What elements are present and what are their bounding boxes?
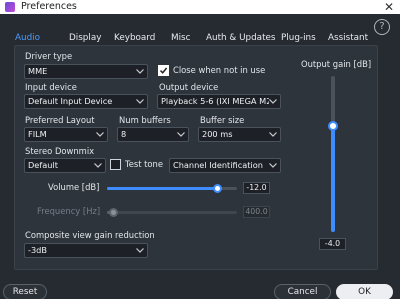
- chevron-down-icon: [136, 95, 144, 108]
- chevron-down-icon: [136, 65, 144, 78]
- buffer-size-value: 200 ms: [202, 129, 233, 139]
- chevron-down-icon: [94, 159, 102, 172]
- preferred-layout-select[interactable]: FILM: [24, 127, 108, 142]
- driver-type-select[interactable]: MME: [24, 64, 148, 79]
- chevron-down-icon: [96, 128, 104, 141]
- tab-display[interactable]: Display: [69, 31, 101, 45]
- preferred-layout-label: Preferred Layout: [25, 115, 95, 125]
- composite-gain-reduction-select[interactable]: -3dB: [24, 243, 148, 258]
- chevron-down-icon: [269, 159, 277, 172]
- driver-type-label: Driver type: [25, 51, 73, 61]
- output-gain-slider[interactable]: [327, 76, 339, 232]
- chevron-down-icon: [136, 244, 144, 257]
- preferred-layout-value: FILM: [28, 129, 47, 139]
- output-device-label: Output device: [159, 82, 219, 92]
- close-when-not-in-use-checkbox[interactable]: [158, 65, 169, 76]
- close-icon[interactable]: ✕: [384, 0, 394, 14]
- buffer-size-select[interactable]: 200 ms: [198, 127, 281, 142]
- output-gain-label: Output gain [dB]: [301, 59, 372, 69]
- volume-slider-thumb[interactable]: [213, 184, 222, 193]
- stereo-downmix-label: Stereo Downmix: [25, 146, 95, 156]
- frequency-value-box[interactable]: 400.0: [243, 206, 270, 218]
- buffer-size-label: Buffer size: [200, 115, 245, 125]
- frequency-slider-track: [107, 211, 237, 214]
- reset-button[interactable]: Reset: [3, 284, 47, 299]
- output-gain-value-box[interactable]: -4.0: [319, 238, 346, 250]
- composite-gain-reduction-value: -3dB: [28, 245, 47, 255]
- tab-keyboard[interactable]: Keyboard: [114, 31, 155, 45]
- window-title: Preferences: [21, 1, 77, 12]
- title-bar: Preferences ✕: [0, 0, 400, 14]
- help-icon[interactable]: ?: [374, 19, 390, 35]
- output-gain-slider-fill: [331, 125, 335, 232]
- check-icon: [159, 67, 168, 74]
- tab-assistant[interactable]: Assistant: [328, 31, 368, 45]
- volume-slider-fill: [107, 187, 218, 190]
- test-tone-type-value: Channel Identification: [173, 160, 263, 170]
- input-device-value: Default Input Device: [28, 96, 113, 106]
- close-when-not-in-use-label: Close when not in use: [173, 65, 266, 75]
- chevron-down-icon: [177, 128, 185, 141]
- chevron-down-icon: [269, 95, 277, 108]
- driver-type-value: MME: [28, 66, 48, 76]
- frequency-slider-thumb[interactable]: [109, 208, 118, 217]
- frequency-slider[interactable]: [107, 207, 237, 217]
- input-device-select[interactable]: Default Input Device: [24, 94, 148, 109]
- input-device-label: Input device: [25, 82, 77, 92]
- output-gain-slider-thumb[interactable]: [328, 120, 338, 131]
- tab-misc[interactable]: Misc: [171, 31, 190, 45]
- num-buffers-label: Num buffers: [119, 115, 171, 125]
- dialog-footer: Reset Cancel OK: [0, 279, 400, 299]
- volume-slider[interactable]: [107, 183, 237, 193]
- output-device-select[interactable]: Playback 5-6 (IXI MEGA M2 I: [157, 94, 281, 109]
- num-buffers-select[interactable]: 8: [117, 127, 189, 142]
- tab-auth-updates[interactable]: Auth & Updates: [206, 31, 276, 45]
- output-device-value: Playback 5-6 (IXI MEGA M2 I: [161, 96, 277, 106]
- test-tone-type-select[interactable]: Channel Identification: [169, 158, 281, 173]
- volume-value-box[interactable]: -12.0: [243, 182, 270, 194]
- cancel-button[interactable]: Cancel: [274, 284, 331, 299]
- ok-button[interactable]: OK: [336, 284, 393, 299]
- tab-plug-ins[interactable]: Plug-ins: [281, 31, 316, 45]
- stereo-downmix-select[interactable]: Default: [24, 158, 106, 173]
- volume-label: Volume [dB]: [48, 182, 100, 192]
- test-tone-label: Test tone: [125, 159, 164, 169]
- composite-gain-reduction-label: Composite view gain reduction: [25, 230, 155, 240]
- frequency-label: Frequency [Hz]: [37, 206, 101, 216]
- app-icon: [5, 2, 15, 12]
- num-buffers-value: 8: [121, 129, 127, 139]
- stereo-downmix-value: Default: [28, 160, 58, 170]
- tab-audio[interactable]: Audio: [15, 31, 40, 45]
- chevron-down-icon: [269, 128, 277, 141]
- test-tone-checkbox[interactable]: [110, 159, 121, 170]
